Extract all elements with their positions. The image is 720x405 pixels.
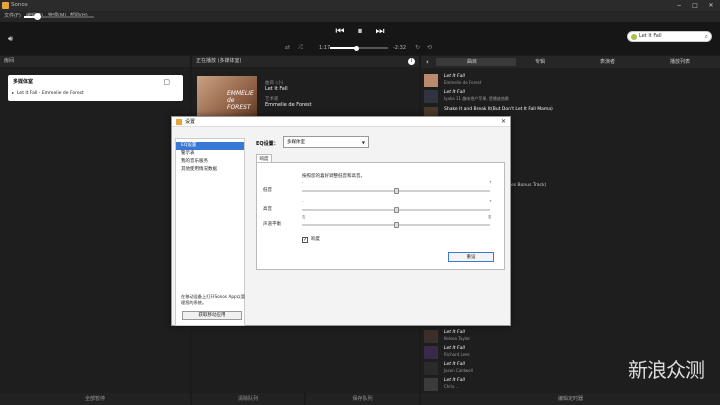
maximize-button[interactable]: □ (688, 0, 702, 11)
tab-playlists[interactable]: 播放列表 (670, 56, 690, 68)
bass-tick-max: + (489, 180, 492, 184)
np-track: Let It Fall (265, 86, 288, 92)
edit-timer-button[interactable]: 编辑定时器 (421, 393, 720, 405)
track-title: Shake It and Break It(But Don't Let It F… (444, 107, 553, 112)
close-window-button[interactable]: ✕ (704, 0, 718, 11)
treble-tick-min: - (302, 199, 304, 203)
sonos-logo-icon (176, 119, 182, 125)
watermark: 新浪众测 (628, 358, 705, 382)
repeat-icon[interactable]: ↻ (415, 44, 420, 52)
back-chevron-icon[interactable]: ‹ (426, 56, 429, 68)
track-artist: Kelsea Taylor (444, 336, 471, 341)
shuffle-icon[interactable]: ⤮ (298, 44, 303, 52)
menu-bar: 文件(F) 编辑(E) 管理(M) 帮助(H) (0, 11, 720, 22)
list-item[interactable]: Let It Fall Emmelie de Forest (424, 74, 718, 87)
settings-dialog: 设置 ✕ EQ设置 警示表 我的音乐服务 其他使用情况数据 在移动设备上打开So… (171, 116, 511, 326)
rooms-column: 房间 (0, 56, 190, 393)
dialog-title: 设置 (185, 119, 196, 125)
tab-tracks[interactable]: 曲目 (467, 56, 477, 68)
window-title: Sonos (11, 2, 28, 8)
track-artist: Chris... (444, 384, 458, 389)
loudness-label: 响度 (311, 237, 320, 242)
balance-tick-left: 左 (302, 215, 306, 219)
sidebar-item-music-services[interactable]: 我的音乐服务 (176, 158, 244, 166)
list-item[interactable]: Let It Fall Iyaka 11 趣味把产苹果, 是播放曲歌 (424, 90, 718, 103)
sonos-logo-icon (2, 2, 9, 9)
menu-file[interactable]: 文件(F) (4, 11, 21, 22)
group-icon[interactable]: ▢ (163, 78, 170, 86)
room-title: 多媒体室 (13, 79, 34, 85)
bass-knob[interactable] (393, 188, 399, 194)
treble-label: 高音 (263, 207, 272, 212)
eq-label: EQ设置： (256, 141, 279, 147)
close-icon[interactable]: ✕ (501, 117, 506, 127)
now-playing-header: 正在播放 (多媒体室) (192, 56, 419, 67)
track-thumb (424, 362, 438, 375)
pause-icon[interactable]: ⏸︎ (354, 26, 366, 38)
crossfade-icon[interactable]: ⇄ (285, 44, 290, 52)
treble-knob[interactable] (393, 207, 399, 213)
track-artist: Jason Caldwell (444, 368, 473, 373)
partial-track-title: es Bonus Track) (511, 183, 547, 188)
search-input[interactable]: Let It Fall (639, 32, 662, 41)
minimize-button[interactable]: − (672, 0, 686, 11)
balance-label: 声道平衡 (263, 222, 281, 227)
balance-knob[interactable] (393, 222, 399, 228)
treble-tick-max: + (489, 199, 492, 203)
eq-description: 按照您的喜好调整低音和高音。 (302, 174, 365, 179)
eq-panel: 按照您的喜好调整低音和高音。 低音 - + 高音 - + 声道平衡 左 右 ✓ … (256, 162, 505, 270)
track-artist: Richard Lees (444, 352, 470, 357)
list-item[interactable]: Let It Fall Kelsea Taylor (424, 330, 718, 343)
room-card[interactable]: 多媒体室 ▢ Let It Fall - Emmelie de Forest ▸ (8, 75, 183, 101)
tab-albums[interactable]: 专辑 (535, 56, 545, 68)
info-icon[interactable]: i (408, 58, 415, 65)
eq-room-select[interactable]: 多媒体室 ▼ (283, 136, 369, 148)
track-thumb (424, 378, 438, 391)
balance-tick-right: 右 (488, 215, 492, 219)
volume-knob[interactable] (33, 13, 41, 20)
track-thumb (424, 90, 438, 103)
dropdown-arrow-icon: ▼ (361, 140, 365, 145)
get-mobile-app-button[interactable]: 获取移动应用 (182, 311, 242, 320)
total-time: -2:32 (393, 45, 407, 51)
bass-label: 低音 (263, 188, 272, 193)
service-icon (631, 34, 637, 40)
album-text: EMMELIE de FOREST (227, 90, 254, 111)
sidebar-item-usage-data[interactable]: 其他使用情况数据 (176, 166, 244, 174)
tab-artists[interactable]: 表演者 (600, 56, 615, 68)
sidebar-item-alarms[interactable]: 警示表 (176, 150, 244, 158)
room-track: Let It Fall - Emmelie de Forest (17, 91, 84, 96)
elapsed-time: 1:17 (319, 45, 331, 51)
track-thumb (424, 74, 438, 87)
track-thumb (424, 330, 438, 343)
pause-all-button[interactable]: 全部暂停 (0, 393, 190, 405)
track-thumb (424, 346, 438, 359)
speaker-icon[interactable]: 🔊︎ (8, 34, 20, 44)
save-queue-button[interactable]: 保存队列 (306, 393, 419, 405)
sidebar-item-eq[interactable]: EQ设置 (176, 142, 244, 150)
eq-room-value: 多媒体室 (287, 140, 305, 145)
rooms-header: 房间 (0, 56, 190, 67)
search-box[interactable]: Let It Fall ⌕ (627, 31, 712, 42)
dialog-titlebar: 设置 ✕ (172, 117, 510, 127)
progress-knob[interactable] (353, 45, 359, 51)
progress-fill (330, 47, 357, 49)
bass-tick-min: - (302, 180, 304, 184)
track-artist: Iyaka 11 趣味把产苹果, 是播放曲歌 (444, 96, 509, 101)
clear-queue-button[interactable]: 清除队列 (192, 393, 304, 405)
settings-sidebar: EQ设置 警示表 我的音乐服务 其他使用情况数据 在移动设备上打开Sonos A… (175, 138, 245, 326)
mobile-app-note: 在移动设备上打开Sonos App以管理您的系统。 (181, 294, 246, 305)
search-icon[interactable]: ⌕ (705, 32, 708, 41)
playing-icon: ▸ (12, 90, 15, 95)
np-artist: Emmelie de Forest (265, 102, 312, 108)
track-artist: Emmelie de Forest (444, 80, 482, 85)
loudness-checkbox[interactable]: ✓ (302, 237, 308, 243)
previous-icon[interactable]: ⏮︎ (334, 26, 346, 38)
next-icon[interactable]: ⏭︎ (374, 26, 386, 38)
title-bar: Sonos − □ ✕ (0, 0, 720, 11)
reset-button[interactable]: 重设 (448, 252, 494, 262)
repeat-one-icon[interactable]: ⟲ (427, 44, 432, 52)
